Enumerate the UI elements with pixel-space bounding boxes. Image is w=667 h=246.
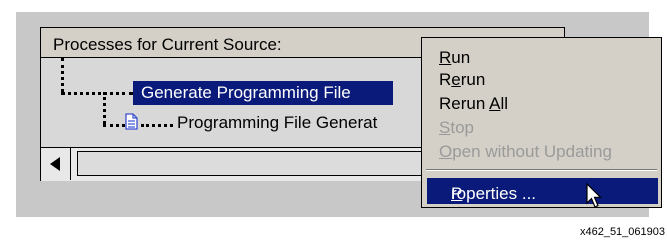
- tree-connector: [103, 124, 125, 127]
- menu-item-properties[interactable]: Properties ...: [427, 178, 658, 204]
- tree-connector: [141, 124, 173, 127]
- tree-connector: [61, 58, 64, 92]
- menu-item-open-without-updating: Open without Updating: [439, 142, 612, 161]
- menu-item-stop: Stop: [439, 118, 474, 137]
- document-icon: [125, 113, 138, 130]
- tree-item-generate-programming-file[interactable]: Generate Programming File: [133, 81, 393, 105]
- tree-connector: [103, 92, 106, 124]
- scroll-left-arrow-icon[interactable]: [41, 148, 71, 180]
- context-menu: Run Rerun Rerun All Stop Open without Up…: [421, 37, 662, 208]
- tree-connector: [61, 92, 133, 95]
- tree-item-programming-file-report[interactable]: Programming File Generat: [177, 113, 377, 133]
- mouse-pointer-icon: [586, 183, 602, 208]
- menu-item-rerun-all[interactable]: Rerun All: [439, 94, 508, 114]
- menu-separator: [426, 169, 657, 171]
- menu-item-run[interactable]: Run: [439, 48, 470, 68]
- figure-caption: x462_51_061903: [579, 226, 665, 238]
- scrollbar-thumb[interactable]: [77, 151, 437, 176]
- menu-item-rerun[interactable]: Rerun: [439, 70, 485, 90]
- tree-item-label: Generate Programming File: [141, 83, 351, 102]
- processes-header-title: Processes for Current Source:: [53, 35, 282, 54]
